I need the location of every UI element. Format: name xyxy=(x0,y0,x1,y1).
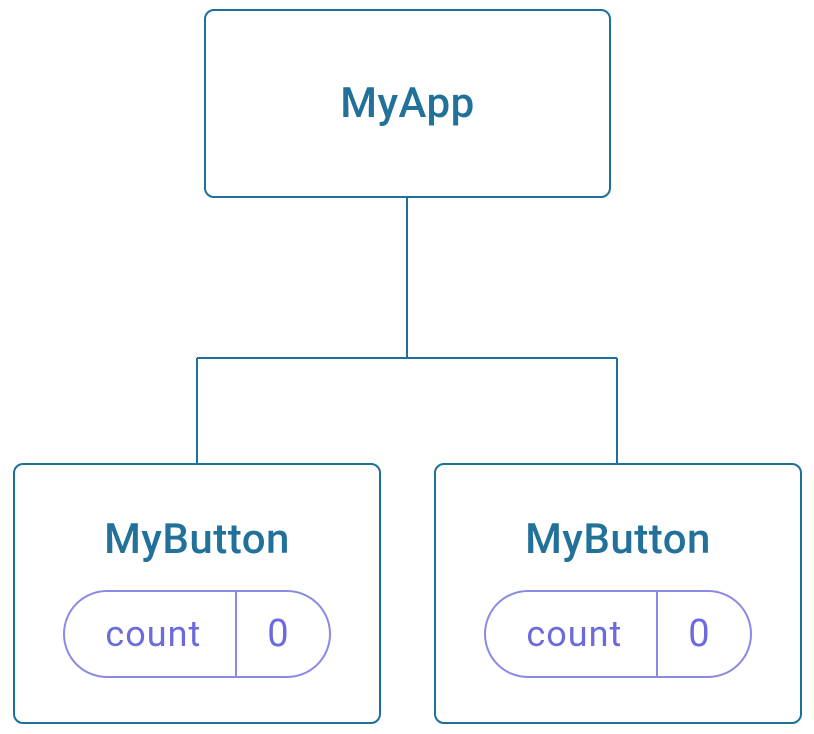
state-name: count xyxy=(486,592,656,676)
state-name: count xyxy=(65,592,235,676)
root-node-myapp: MyApp xyxy=(204,9,611,198)
child-node-mybutton-2: MyButton count 0 xyxy=(434,463,802,724)
state-value: 0 xyxy=(237,592,328,676)
state-value: 0 xyxy=(658,592,749,676)
state-pill: count 0 xyxy=(484,590,751,678)
state-pill: count 0 xyxy=(63,590,330,678)
root-node-label: MyApp xyxy=(340,79,475,128)
child-node-label: MyButton xyxy=(104,515,290,564)
child-node-label: MyButton xyxy=(525,515,711,564)
child-node-mybutton-1: MyButton count 0 xyxy=(13,463,381,724)
